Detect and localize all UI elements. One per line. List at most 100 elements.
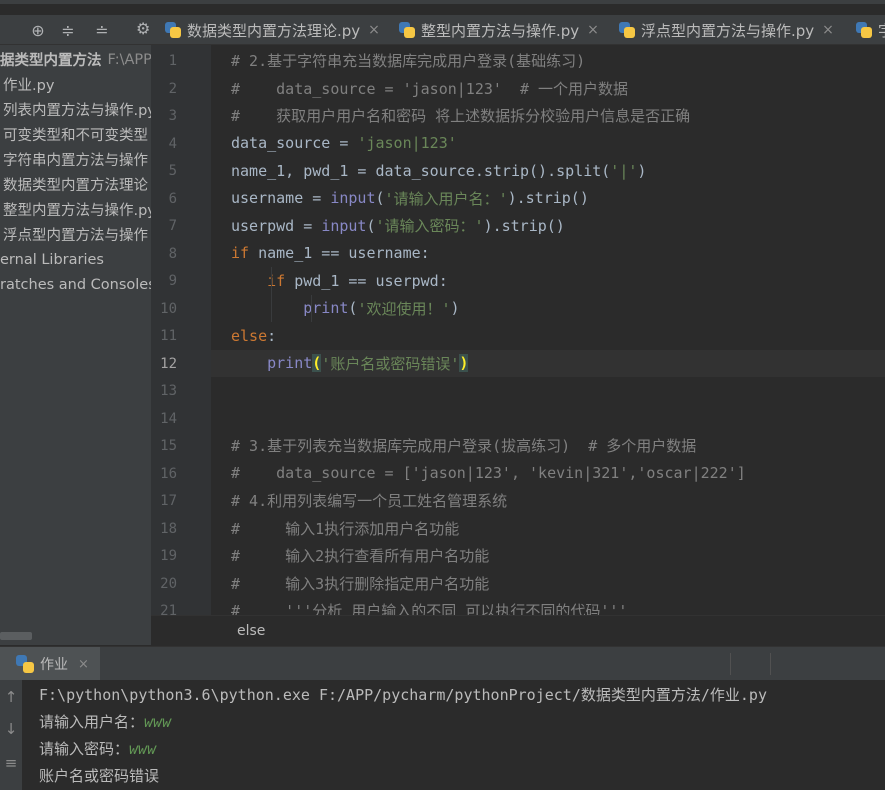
python-run-icon <box>16 655 34 673</box>
project-file-item[interactable]: 浮点型内置方法与操作 <box>3 222 148 247</box>
breadcrumb-label: else <box>237 622 266 639</box>
project-file-item[interactable]: 整型内置方法与操作.py <box>3 197 151 222</box>
code-line[interactable]: else: <box>231 322 276 349</box>
line-number[interactable]: 16 <box>147 466 177 482</box>
project-file-item[interactable]: 数据类型内置方法理论 <box>3 172 148 197</box>
code-line[interactable]: # 输入1执行添加用户名功能 <box>231 515 459 542</box>
close-icon[interactable]: × <box>822 22 834 38</box>
code-token: ).strip() <box>483 216 565 235</box>
project-file-item[interactable]: 作业.py <box>3 72 54 97</box>
line-number[interactable]: 13 <box>147 383 177 399</box>
target-icon[interactable]: ⊕ <box>28 20 48 40</box>
external-libraries-item[interactable]: ernal Libraries <box>0 247 104 272</box>
project-root[interactable]: 据类型内置方法 F:\APP <box>0 47 151 72</box>
close-icon[interactable]: × <box>587 22 599 38</box>
gear-icon[interactable]: ⚙ <box>136 19 150 38</box>
line-number[interactable]: 12 <box>147 356 177 372</box>
file-label: 列表内置方法与操作.py <box>3 103 151 119</box>
divider <box>730 653 731 675</box>
code-token: input <box>321 216 367 235</box>
file-label: 整型内置方法与操作.py <box>3 203 151 219</box>
console-line: 账户名或密码错误 <box>39 762 159 789</box>
up-arrow-icon[interactable]: ↑ <box>2 688 20 706</box>
code-token: '账户名或密码错误' <box>321 354 460 373</box>
down-arrow-icon[interactable]: ↓ <box>2 720 20 738</box>
code-line[interactable]: # '''分析 用户输入的不同 可以执行不同的代码''' <box>231 597 627 615</box>
code-line[interactable]: userpwd = input('请输入密码：').strip() <box>231 212 565 239</box>
line-number[interactable]: 20 <box>147 576 177 592</box>
close-icon[interactable]: × <box>78 657 89 672</box>
code-line[interactable]: # 2.基于字符串充当数据库完成用户登录(基础练习) <box>231 47 585 74</box>
code-line[interactable]: # 输入2执行查看所有用户名功能 <box>231 542 489 569</box>
run-tab[interactable]: 作业 × <box>0 647 100 681</box>
tab-integer-methods[interactable]: 整型内置方法与操作.py × <box>399 15 599 44</box>
breadcrumb[interactable]: else <box>151 615 885 645</box>
code-token: if <box>267 271 286 290</box>
code-line[interactable]: # 输入3执行删除指定用户名功能 <box>231 570 489 597</box>
line-number[interactable]: 5 <box>147 163 177 179</box>
code-token: ( <box>348 299 358 317</box>
tab-data-type-theory[interactable]: 数据类型内置方法理论.py × <box>165 15 380 44</box>
line-number[interactable]: 9 <box>147 273 177 289</box>
code-token: ( <box>375 189 385 207</box>
line-number[interactable]: 3 <box>147 108 177 124</box>
indent-guide <box>271 267 272 322</box>
line-number[interactable]: 6 <box>147 191 177 207</box>
tab-string-methods[interactable]: 字 <box>856 15 885 44</box>
project-root-label: 据类型内置方法 <box>0 53 102 69</box>
run-console[interactable]: F:\python\python3.6\python.exe F:/APP/py… <box>22 680 885 790</box>
code-line[interactable]: if pwd_1 == userpwd: <box>231 267 448 294</box>
line-number[interactable]: 14 <box>147 411 177 427</box>
python-file-icon <box>619 22 635 38</box>
code-line[interactable]: # data_source = 'jason|123' # 一个用户数据 <box>231 75 628 102</box>
code-token: # 3.基于列表充当数据库完成用户登录(拔高练习) # 多个用户数据 <box>231 437 697 455</box>
wrap-icon[interactable]: ≡ <box>2 754 20 772</box>
line-number[interactable]: 4 <box>147 136 177 152</box>
project-file-item[interactable]: 列表内置方法与操作.py <box>3 97 151 122</box>
code-token: data_source = <box>231 134 358 152</box>
line-number[interactable]: 15 <box>147 438 177 454</box>
close-icon[interactable]: × <box>368 22 380 38</box>
code-token: ).strip() <box>507 189 589 207</box>
line-number[interactable]: 18 <box>147 521 177 537</box>
code-line[interactable]: # 4.利用列表编写一个员工姓名管理系统 <box>231 487 507 514</box>
expand-all-icon[interactable]: ≐ <box>92 20 112 40</box>
code-line[interactable]: print('欢迎使用！') <box>231 295 460 322</box>
code-token: # 获取用户用户名和密码 将上述数据拆分校验用户信息是否正确 <box>231 107 691 125</box>
line-number[interactable]: 10 <box>147 301 177 317</box>
console-command-text: F:\python\python3.6\python.exe F:/APP/py… <box>39 686 767 704</box>
line-number-gutter: 1 2 3 4 5 6 7 8 9 10 11 12 13 14 15 16 17 18 19 20 21 <box>151 45 211 619</box>
code-line[interactable]: # data_source = ['jason|123', 'kevin|321… <box>231 460 746 487</box>
code-line[interactable]: print('账户名或密码错误') <box>231 350 469 377</box>
code-token: # 输入3执行删除指定用户名功能 <box>231 574 490 593</box>
scratches-item[interactable]: ratches and Consoles <box>0 272 151 297</box>
project-toolbar: ⊕ ≑ ≐ <box>0 15 151 45</box>
python-file-icon <box>399 22 415 38</box>
code-editor[interactable]: # 2.基于字符串充当数据库完成用户登录(基础练习) # data_source … <box>211 45 885 615</box>
console-password-input: www <box>129 739 157 758</box>
code-token: ) <box>450 299 460 317</box>
top-toolbar-strip <box>0 0 885 4</box>
tab-float-methods[interactable]: 浮点型内置方法与操作.py × <box>619 15 834 44</box>
project-file-item[interactable]: 字符串内置方法与操作 <box>3 147 148 172</box>
code-line[interactable]: username = input('请输入用户名：').strip() <box>231 185 589 212</box>
line-number[interactable]: 1 <box>147 53 177 69</box>
line-number[interactable]: 17 <box>147 493 177 509</box>
line-number[interactable]: 11 <box>147 328 177 344</box>
console-line: 请输入用户名： www <box>39 708 171 735</box>
code-token: name_1, pwd_1 = data_source.strip().spli… <box>231 161 611 180</box>
line-number[interactable]: 7 <box>147 218 177 234</box>
project-file-item[interactable]: 可变类型和不可变类型 <box>3 122 148 147</box>
code-line[interactable]: # 3.基于列表充当数据库完成用户登录(拔高练习) # 多个用户数据 <box>231 432 696 459</box>
code-line[interactable]: data_source = 'jason|123' <box>231 130 457 157</box>
line-number[interactable]: 19 <box>147 548 177 564</box>
line-number[interactable]: 8 <box>147 246 177 262</box>
code-line[interactable]: name_1, pwd_1 = data_source.strip().spli… <box>231 157 646 184</box>
line-number[interactable]: 2 <box>147 81 177 97</box>
file-label: 可变类型和不可变类型 <box>3 128 148 144</box>
collapse-all-icon[interactable]: ≑ <box>58 20 78 40</box>
code-line[interactable]: if name_1 == username: <box>231 240 430 267</box>
run-tab-label: 作业 <box>40 657 68 673</box>
project-scrollbar[interactable] <box>0 632 32 640</box>
code-line[interactable]: # 获取用户用户名和密码 将上述数据拆分校验用户信息是否正确 <box>231 102 690 129</box>
